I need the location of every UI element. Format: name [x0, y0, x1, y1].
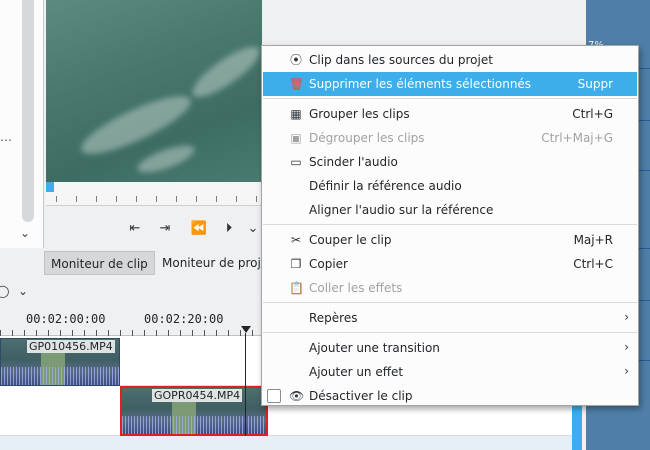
paste-icon: 📋 — [289, 281, 304, 295]
scissors-icon: ✂ — [290, 233, 302, 247]
group-icon: ▦ — [290, 107, 302, 121]
menu-item-ungroup-clips[interactable]: ▣ Dégrouper les clips Ctrl+Maj+G — [263, 126, 637, 150]
bin-scrollbar[interactable] — [22, 0, 34, 222]
playhead-marker[interactable] — [241, 326, 251, 333]
menu-separator — [263, 98, 637, 99]
timeline-bottom-area — [0, 436, 575, 450]
menu-item-label: Copier — [309, 257, 348, 271]
clip-name: GP010456.MP4 — [27, 340, 115, 353]
eye-icon: 👁 — [289, 389, 305, 403]
menu-item-cut-clip[interactable]: ✂ Couper le clip Maj+R — [263, 228, 637, 252]
menu-item-label: Couper le clip — [309, 233, 392, 247]
menu-item-delete-selected[interactable]: 🗑 Supprimer les éléments sélectionnés Su… — [263, 72, 637, 96]
menu-item-align-audio[interactable]: Aligner l'audio sur la référence — [263, 198, 637, 222]
timeline-toolbar: ◯ ⌄ — [0, 280, 262, 306]
menu-item-paste-effects[interactable]: 📋 Coller les effets — [263, 276, 637, 300]
chevron-right-icon: › — [624, 310, 629, 324]
menu-item-split-audio[interactable]: ▭ Scinder l'audio — [263, 150, 637, 174]
tab-project-monitor[interactable]: Moniteur de proje — [156, 251, 274, 275]
menu-item-label: Repères — [309, 311, 358, 325]
clip-name: GOPR0454.MP4 — [152, 389, 243, 402]
monitor-position-marker[interactable] — [46, 182, 54, 192]
monitor-controls: ⇤ ⇥ ⏪ ⏵ ⌄ — [46, 206, 262, 250]
set-zone-in-icon[interactable]: ⇤ — [126, 220, 144, 238]
project-bin-panel: … ⌄ — [0, 0, 44, 248]
split-audio-icon: ▭ — [290, 155, 302, 169]
menu-item-label: Ajouter un effet — [309, 365, 404, 379]
menu-item-add-effect[interactable]: Ajouter un effet › — [263, 360, 637, 384]
menu-item-label: Ajouter une transition — [309, 341, 440, 355]
chevron-down-icon[interactable]: ⌄ — [20, 226, 30, 240]
menu-item-label: Grouper les clips — [309, 107, 410, 121]
menu-item-clip-in-project[interactable]: ⦿ Clip dans les sources du projet — [263, 48, 637, 72]
menu-item-label: Coller les effets — [309, 281, 403, 295]
menu-item-shortcut: Suppr — [577, 77, 613, 91]
menu-item-label: Dégrouper les clips — [309, 131, 425, 145]
menu-item-group-clips[interactable]: ▦ Grouper les clips Ctrl+G — [263, 102, 637, 126]
timeline-context-menu: ⦿ Clip dans les sources du projet 🗑 Supp… — [261, 45, 639, 406]
menu-item-copy[interactable]: ❐ Copier Ctrl+C — [263, 252, 637, 276]
menu-item-add-transition[interactable]: Ajouter une transition › — [263, 336, 637, 360]
trash-icon: 🗑 — [289, 77, 305, 91]
set-zone-out-icon[interactable]: ⇥ — [156, 220, 174, 238]
monitor-ruler[interactable] — [46, 182, 262, 206]
audio-waveform — [1, 367, 119, 385]
rewind-icon[interactable]: ⏪ — [190, 220, 208, 238]
clip-monitor-video — [46, 0, 262, 182]
locate-icon: ⦿ — [289, 53, 302, 67]
menu-separator — [263, 302, 637, 303]
menu-item-label: Scinder l'audio — [309, 155, 398, 169]
more-options-icon[interactable]: … — [0, 130, 12, 144]
menu-separator — [263, 224, 637, 225]
timecode-label: 00:02:00:00 — [26, 312, 106, 326]
menu-item-label: Clip dans les sources du projet — [309, 53, 493, 67]
menu-item-set-audio-reference[interactable]: Définir la référence audio — [263, 174, 637, 198]
tab-clip-monitor[interactable]: Moniteur de clip — [44, 251, 155, 275]
playhead-line[interactable] — [245, 333, 246, 450]
timeline-ruler[interactable]: 00:02:00:00 00:02:20:00 — [0, 306, 262, 336]
chevron-right-icon: › — [624, 340, 629, 354]
water-wake — [186, 39, 262, 105]
menu-item-label: Définir la référence audio — [309, 179, 462, 193]
ungroup-icon: ▣ — [290, 131, 302, 145]
disable-clip-checkbox[interactable] — [267, 389, 281, 403]
menu-item-shortcut: Ctrl+C — [573, 257, 613, 271]
menu-item-markers[interactable]: Repères › — [263, 306, 637, 330]
play-icon[interactable]: ⏵ — [220, 220, 238, 238]
timecode-label: 00:02:20:00 — [144, 312, 224, 326]
copy-icon: ❐ — [290, 257, 302, 271]
menu-item-shortcut: Maj+R — [573, 233, 613, 247]
monitor-ruler-ticks — [56, 196, 262, 202]
menu-item-label: Aligner l'audio sur la référence — [309, 203, 494, 217]
menu-item-label: Désactiver le clip — [309, 389, 413, 403]
menu-item-disable-clip[interactable]: 👁 Désactiver le clip — [263, 384, 637, 408]
target-icon[interactable]: ◯ — [0, 284, 9, 298]
menu-item-shortcut: Ctrl+Maj+G — [541, 131, 613, 145]
menu-separator — [263, 332, 637, 333]
menu-item-label: Supprimer les éléments sélectionnés — [309, 77, 532, 91]
chevron-right-icon: › — [624, 364, 629, 378]
timeline-clip[interactable]: GP010456.MP4 — [0, 338, 120, 386]
menu-item-shortcut: Ctrl+G — [572, 107, 613, 121]
water-wake — [134, 140, 198, 178]
chevron-down-icon[interactable]: ⌄ — [244, 220, 262, 238]
chevron-down-icon[interactable]: ⌄ — [18, 284, 28, 298]
